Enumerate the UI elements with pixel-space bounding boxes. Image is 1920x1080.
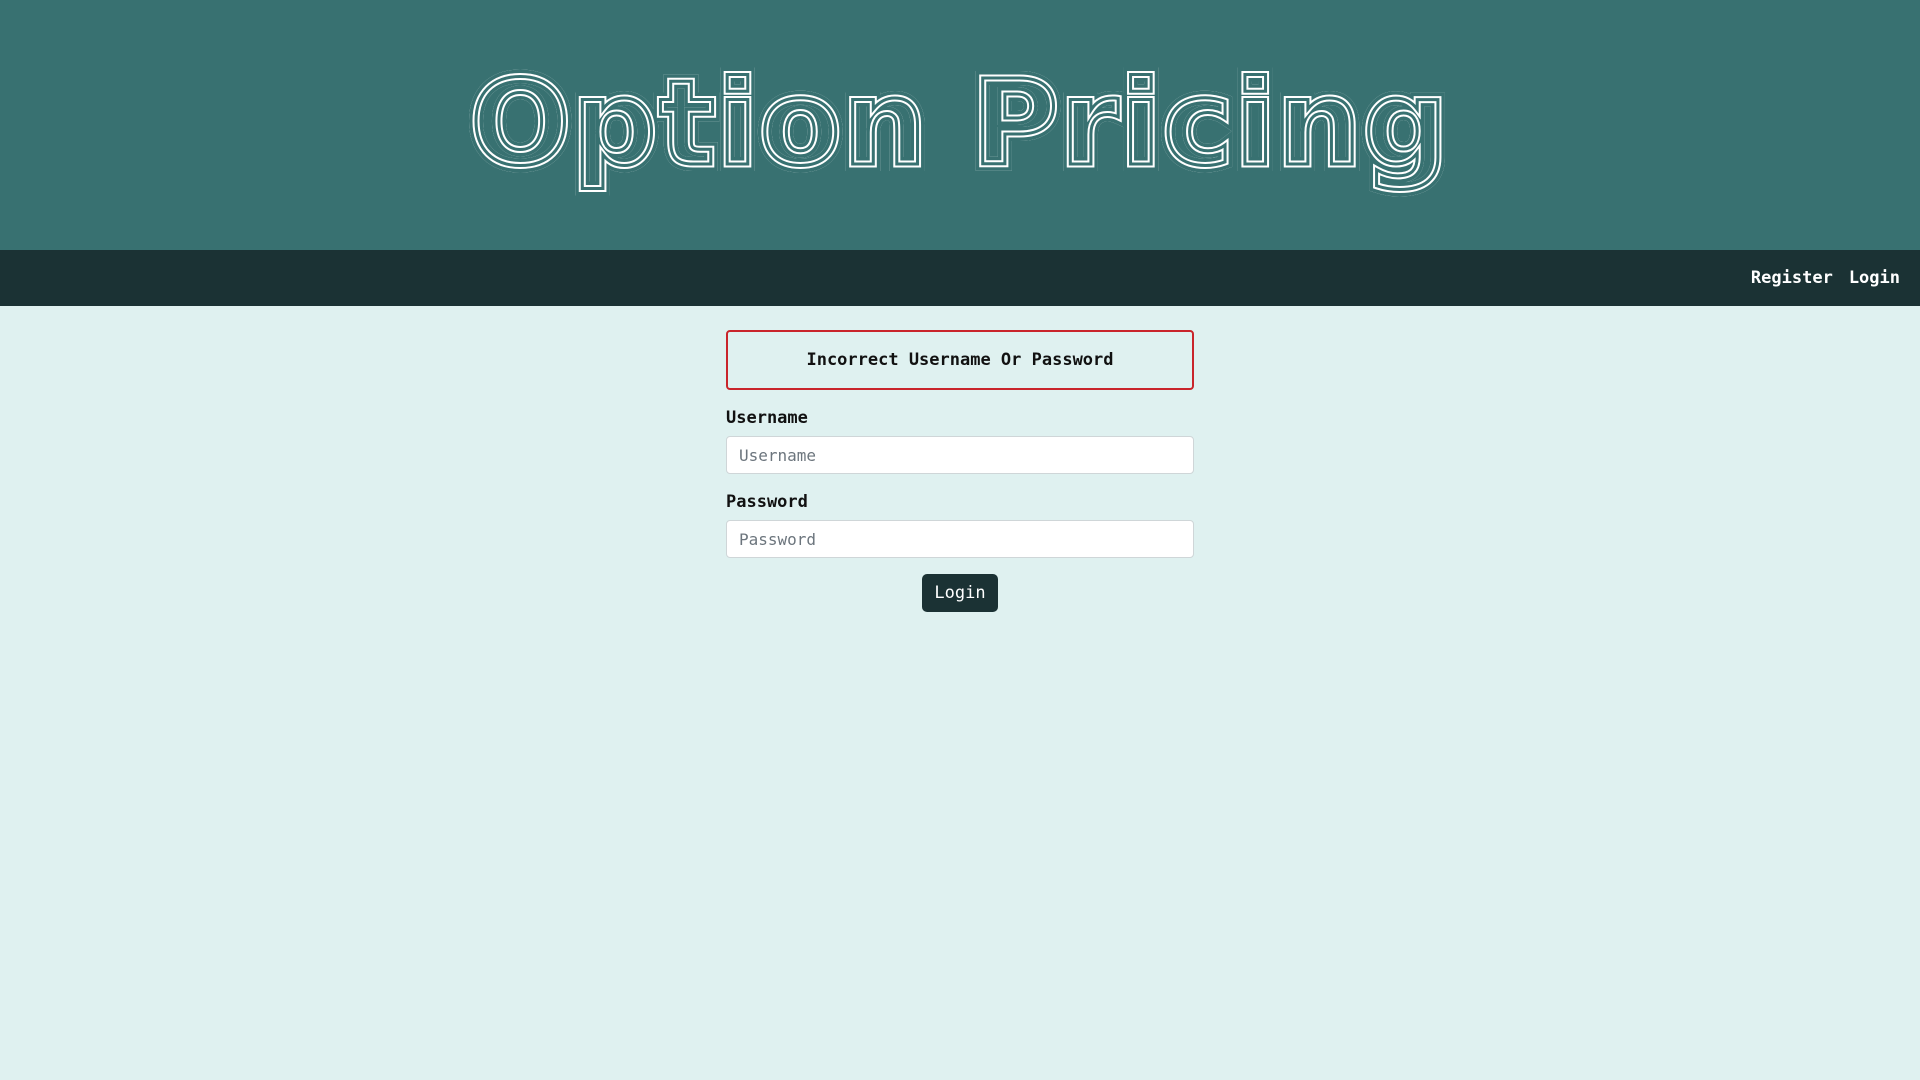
nav-links: Register Login [1751,250,1900,306]
top-navbar: Register Login [0,250,1920,306]
site-title-inline-3: Option Pricing [470,54,1450,192]
site-header: Option Pricing Option Pricing Option Pri… [0,0,1920,250]
nav-register-link[interactable]: Register [1751,268,1833,288]
submit-row: Login [726,574,1194,612]
error-alert: Incorrect Username Or Password [726,330,1194,390]
password-label: Password [726,492,808,512]
login-form: Incorrect Username Or Password Username … [726,330,1194,612]
login-submit-button[interactable]: Login [922,574,998,612]
nav-login-link[interactable]: Login [1849,268,1900,288]
username-label: Username [726,408,808,428]
username-input[interactable] [726,436,1194,474]
site-title-logo: Option Pricing Option Pricing Option Pri… [463,47,1455,199]
password-input[interactable] [726,520,1194,558]
